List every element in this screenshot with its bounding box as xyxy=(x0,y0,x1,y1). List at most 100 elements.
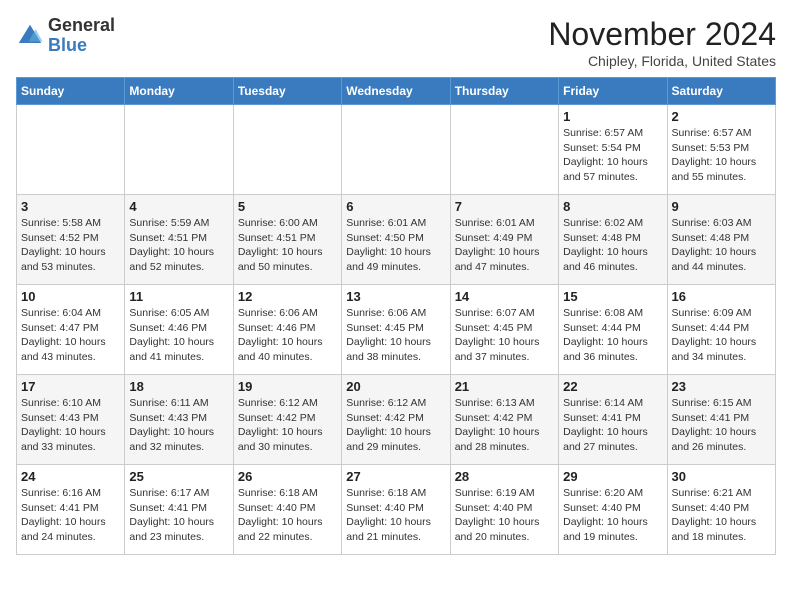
calendar-cell: 7 Sunrise: 6:01 AM Sunset: 4:49 PM Daylig… xyxy=(450,195,558,285)
day-info: Sunrise: 6:04 AM Sunset: 4:47 PM Dayligh… xyxy=(21,306,120,365)
calendar-cell xyxy=(17,105,125,195)
calendar-cell: 18 Sunrise: 6:11 AM Sunset: 4:43 PM Dayli… xyxy=(125,375,233,465)
day-number: 26 xyxy=(238,469,337,484)
day-info: Sunrise: 6:01 AM Sunset: 4:49 PM Dayligh… xyxy=(455,216,554,275)
day-number: 3 xyxy=(21,199,120,214)
calendar-day-header: Friday xyxy=(559,78,667,105)
calendar-day-header: Saturday xyxy=(667,78,775,105)
day-number: 4 xyxy=(129,199,228,214)
day-info: Sunrise: 6:00 AM Sunset: 4:51 PM Dayligh… xyxy=(238,216,337,275)
day-number: 13 xyxy=(346,289,445,304)
day-number: 1 xyxy=(563,109,662,124)
calendar-cell: 15 Sunrise: 6:08 AM Sunset: 4:44 PM Dayli… xyxy=(559,285,667,375)
day-number: 19 xyxy=(238,379,337,394)
calendar-cell: 1 Sunrise: 6:57 AM Sunset: 5:54 PM Daylig… xyxy=(559,105,667,195)
calendar-cell: 13 Sunrise: 6:06 AM Sunset: 4:45 PM Dayli… xyxy=(342,285,450,375)
calendar-cell: 9 Sunrise: 6:03 AM Sunset: 4:48 PM Daylig… xyxy=(667,195,775,285)
calendar-cell: 28 Sunrise: 6:19 AM Sunset: 4:40 PM Dayli… xyxy=(450,465,558,555)
day-number: 25 xyxy=(129,469,228,484)
day-number: 30 xyxy=(672,469,771,484)
day-info: Sunrise: 5:58 AM Sunset: 4:52 PM Dayligh… xyxy=(21,216,120,275)
day-info: Sunrise: 6:13 AM Sunset: 4:42 PM Dayligh… xyxy=(455,396,554,455)
page-header: General Blue November 2024 Chipley, Flor… xyxy=(16,16,776,69)
day-number: 21 xyxy=(455,379,554,394)
calendar-day-header: Monday xyxy=(125,78,233,105)
day-info: Sunrise: 6:01 AM Sunset: 4:50 PM Dayligh… xyxy=(346,216,445,275)
day-info: Sunrise: 6:57 AM Sunset: 5:53 PM Dayligh… xyxy=(672,126,771,185)
day-number: 8 xyxy=(563,199,662,214)
day-info: Sunrise: 6:05 AM Sunset: 4:46 PM Dayligh… xyxy=(129,306,228,365)
calendar-day-header: Tuesday xyxy=(233,78,341,105)
day-number: 12 xyxy=(238,289,337,304)
day-info: Sunrise: 6:15 AM Sunset: 4:41 PM Dayligh… xyxy=(672,396,771,455)
calendar-cell: 5 Sunrise: 6:00 AM Sunset: 4:51 PM Daylig… xyxy=(233,195,341,285)
day-number: 27 xyxy=(346,469,445,484)
calendar-cell: 26 Sunrise: 6:18 AM Sunset: 4:40 PM Dayli… xyxy=(233,465,341,555)
day-info: Sunrise: 6:20 AM Sunset: 4:40 PM Dayligh… xyxy=(563,486,662,545)
calendar-cell: 20 Sunrise: 6:12 AM Sunset: 4:42 PM Dayli… xyxy=(342,375,450,465)
calendar-table: SundayMondayTuesdayWednesdayThursdayFrid… xyxy=(16,77,776,555)
calendar-day-header: Thursday xyxy=(450,78,558,105)
day-info: Sunrise: 6:11 AM Sunset: 4:43 PM Dayligh… xyxy=(129,396,228,455)
calendar-body: 1 Sunrise: 6:57 AM Sunset: 5:54 PM Daylig… xyxy=(17,105,776,555)
day-info: Sunrise: 6:16 AM Sunset: 4:41 PM Dayligh… xyxy=(21,486,120,545)
calendar-cell: 6Sunrise: 6:01 AM Sunset: 4:50 PM Daylig… xyxy=(342,195,450,285)
day-number: 9 xyxy=(672,199,771,214)
day-info: Sunrise: 6:18 AM Sunset: 4:40 PM Dayligh… xyxy=(238,486,337,545)
calendar-cell: 10Sunrise: 6:04 AM Sunset: 4:47 PM Dayli… xyxy=(17,285,125,375)
calendar-header-row: SundayMondayTuesdayWednesdayThursdayFrid… xyxy=(17,78,776,105)
calendar-cell: 27 Sunrise: 6:18 AM Sunset: 4:40 PM Dayli… xyxy=(342,465,450,555)
calendar-week-row: 10Sunrise: 6:04 AM Sunset: 4:47 PM Dayli… xyxy=(17,285,776,375)
logo-general-text: General xyxy=(48,15,115,35)
day-info: Sunrise: 6:08 AM Sunset: 4:44 PM Dayligh… xyxy=(563,306,662,365)
calendar-cell: 19 Sunrise: 6:12 AM Sunset: 4:42 PM Dayli… xyxy=(233,375,341,465)
calendar-week-row: 3 Sunrise: 5:58 AM Sunset: 4:52 PM Daylig… xyxy=(17,195,776,285)
location-text: Chipley, Florida, United States xyxy=(548,53,776,69)
calendar-cell xyxy=(342,105,450,195)
day-info: Sunrise: 6:03 AM Sunset: 4:48 PM Dayligh… xyxy=(672,216,771,275)
day-number: 18 xyxy=(129,379,228,394)
calendar-day-header: Wednesday xyxy=(342,78,450,105)
calendar-cell: 30 Sunrise: 6:21 AM Sunset: 4:40 PM Dayli… xyxy=(667,465,775,555)
calendar-cell: 25 Sunrise: 6:17 AM Sunset: 4:41 PM Dayli… xyxy=(125,465,233,555)
day-number: 14 xyxy=(455,289,554,304)
day-number: 15 xyxy=(563,289,662,304)
day-number: 28 xyxy=(455,469,554,484)
day-number: 11 xyxy=(129,289,228,304)
day-info: Sunrise: 6:18 AM Sunset: 4:40 PM Dayligh… xyxy=(346,486,445,545)
day-number: 24 xyxy=(21,469,120,484)
day-info: Sunrise: 6:06 AM Sunset: 4:45 PM Dayligh… xyxy=(346,306,445,365)
calendar-cell: 8 Sunrise: 6:02 AM Sunset: 4:48 PM Daylig… xyxy=(559,195,667,285)
day-info: Sunrise: 6:19 AM Sunset: 4:40 PM Dayligh… xyxy=(455,486,554,545)
day-number: 29 xyxy=(563,469,662,484)
day-info: Sunrise: 5:59 AM Sunset: 4:51 PM Dayligh… xyxy=(129,216,228,275)
day-number: 7 xyxy=(455,199,554,214)
calendar-cell: 21 Sunrise: 6:13 AM Sunset: 4:42 PM Dayli… xyxy=(450,375,558,465)
logo: General Blue xyxy=(16,16,115,56)
day-info: Sunrise: 6:12 AM Sunset: 4:42 PM Dayligh… xyxy=(346,396,445,455)
title-block: November 2024 Chipley, Florida, United S… xyxy=(548,16,776,69)
day-number: 16 xyxy=(672,289,771,304)
day-info: Sunrise: 6:09 AM Sunset: 4:44 PM Dayligh… xyxy=(672,306,771,365)
day-info: Sunrise: 6:57 AM Sunset: 5:54 PM Dayligh… xyxy=(563,126,662,185)
logo-icon xyxy=(16,22,44,50)
day-info: Sunrise: 6:02 AM Sunset: 4:48 PM Dayligh… xyxy=(563,216,662,275)
day-number: 22 xyxy=(563,379,662,394)
calendar-day-header: Sunday xyxy=(17,78,125,105)
day-info: Sunrise: 6:17 AM Sunset: 4:41 PM Dayligh… xyxy=(129,486,228,545)
calendar-cell: 12Sunrise: 6:06 AM Sunset: 4:46 PM Dayli… xyxy=(233,285,341,375)
calendar-cell: 2Sunrise: 6:57 AM Sunset: 5:53 PM Daylig… xyxy=(667,105,775,195)
day-info: Sunrise: 6:12 AM Sunset: 4:42 PM Dayligh… xyxy=(238,396,337,455)
calendar-cell xyxy=(450,105,558,195)
calendar-cell: 22Sunrise: 6:14 AM Sunset: 4:41 PM Dayli… xyxy=(559,375,667,465)
day-info: Sunrise: 6:21 AM Sunset: 4:40 PM Dayligh… xyxy=(672,486,771,545)
calendar-cell xyxy=(233,105,341,195)
calendar-cell: 3 Sunrise: 5:58 AM Sunset: 4:52 PM Daylig… xyxy=(17,195,125,285)
calendar-cell: 24 Sunrise: 6:16 AM Sunset: 4:41 PM Dayli… xyxy=(17,465,125,555)
calendar-cell: 29 Sunrise: 6:20 AM Sunset: 4:40 PM Dayli… xyxy=(559,465,667,555)
calendar-week-row: 24 Sunrise: 6:16 AM Sunset: 4:41 PM Dayli… xyxy=(17,465,776,555)
calendar-cell xyxy=(125,105,233,195)
calendar-week-row: 1 Sunrise: 6:57 AM Sunset: 5:54 PM Daylig… xyxy=(17,105,776,195)
day-number: 20 xyxy=(346,379,445,394)
day-number: 5 xyxy=(238,199,337,214)
